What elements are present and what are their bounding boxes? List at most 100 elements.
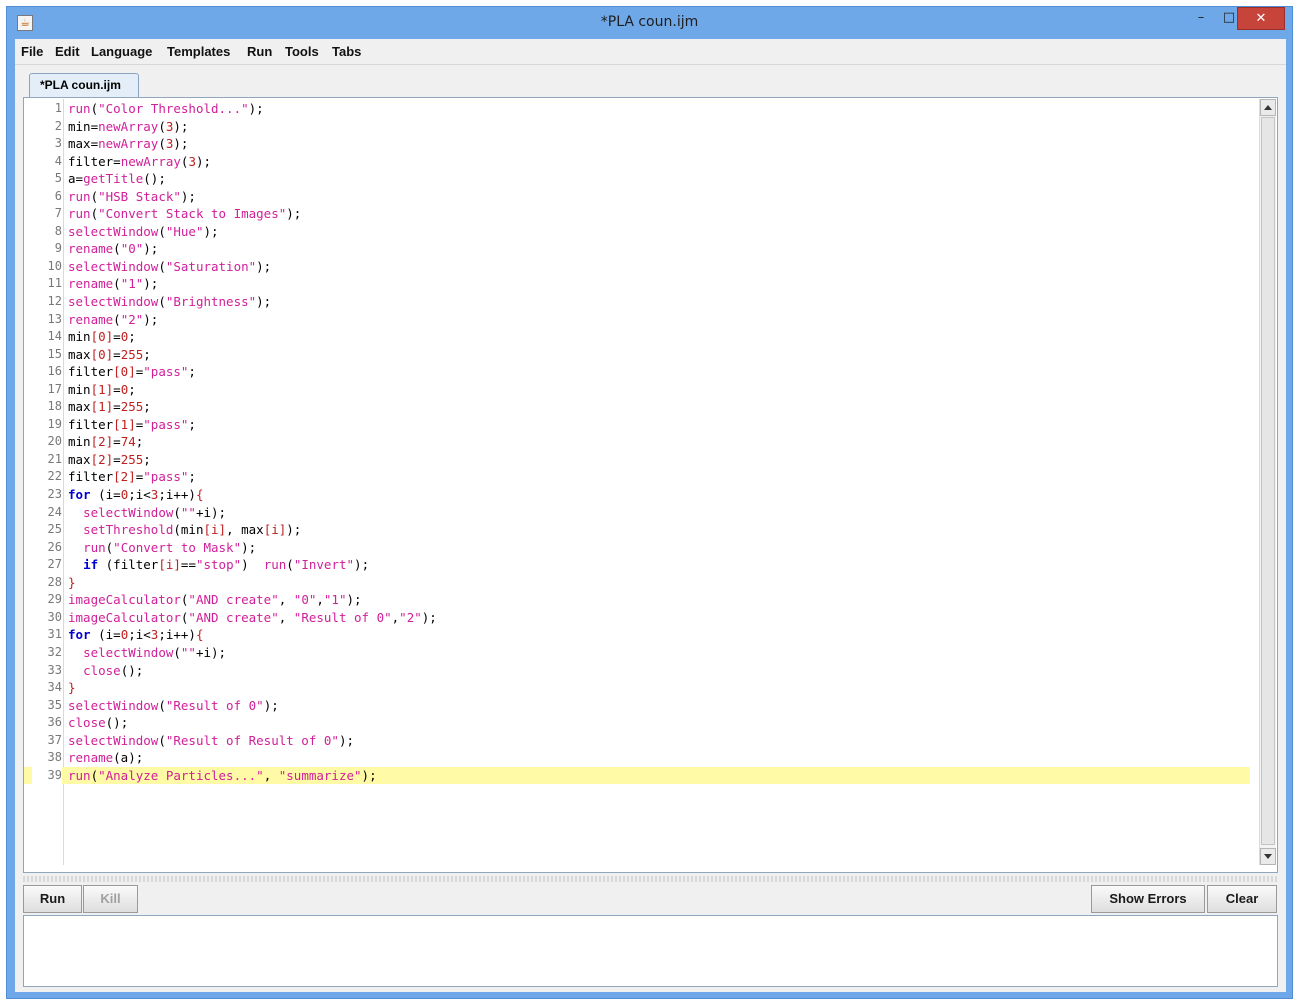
output-console[interactable]	[23, 915, 1278, 987]
code-line[interactable]: 10 selectWindow("Saturation");	[24, 258, 1250, 276]
code-line[interactable]: 28}	[24, 574, 1250, 592]
code-editor[interactable]: 1 run("Color Threshold..."); 2 min=newArray…	[23, 97, 1278, 873]
code-token: }	[68, 680, 76, 696]
code-line[interactable]: 21 max[2]=255;	[24, 451, 1250, 469]
code-token: rename	[68, 241, 114, 257]
code-text: imageCalculator("AND create", "Result of…	[68, 609, 437, 627]
code-line[interactable]: 11 rename("1");	[24, 275, 1250, 293]
code-token: [0]	[90, 346, 114, 362]
code-line[interactable]: 30 imageCalculator("AND create", "Result …	[24, 609, 1250, 627]
line-number: 25	[47, 522, 62, 537]
vertical-scrollbar[interactable]	[1259, 99, 1276, 865]
code-line[interactable]: 20 min[2]=74;	[24, 433, 1250, 451]
code-token: (i=	[90, 627, 121, 643]
line-number: 27	[47, 557, 62, 572]
line-number: 16	[47, 364, 62, 379]
code-line[interactable]: 27 if (filter[i]=="stop") run("Invert");	[24, 556, 1250, 574]
code-line[interactable]: 14 min[0]=0;	[24, 328, 1250, 346]
code-line[interactable]: 1 run("Color Threshold...");	[24, 100, 1250, 118]
code-line[interactable]: 33 close();	[24, 662, 1250, 680]
code-line[interactable]: 5 a=getTitle();	[24, 170, 1250, 188]
code-line[interactable]: 3 max=newArray(3);	[24, 135, 1250, 153]
code-token: a=	[68, 171, 84, 187]
code-line[interactable]: 13 rename("2");	[24, 311, 1250, 329]
code-line[interactable]: 38 rename(a);	[24, 749, 1250, 767]
close-button[interactable]: ✕	[1237, 7, 1285, 30]
code-line[interactable]: 35 selectWindow("Result of 0");	[24, 697, 1250, 715]
code-line[interactable]: 29 imageCalculator("AND create", "0","1")…	[24, 591, 1250, 609]
code-line[interactable]: 25 setThreshold(min[i], max[i]);	[24, 521, 1250, 539]
code-token: (	[90, 101, 99, 116]
code-token: selectWindow	[68, 732, 159, 748]
run-button[interactable]: Run	[23, 885, 82, 913]
code-line[interactable]: 37 selectWindow("Result of Result of 0");	[24, 732, 1250, 750]
clear-button[interactable]: Clear	[1207, 885, 1277, 913]
menu-file[interactable]: File	[21, 44, 43, 59]
code-line[interactable]: 32 selectWindow(""+i);	[24, 644, 1250, 662]
code-line[interactable]: 39 run("Analyze Particles...", "summarize…	[24, 766, 1250, 785]
split-divider[interactable]	[23, 876, 1278, 882]
code-token: selectWindow	[68, 294, 159, 310]
code-token: [i]	[203, 522, 227, 538]
code-line[interactable]: 8 selectWindow("Hue");	[24, 223, 1250, 241]
line-number: 15	[47, 346, 62, 361]
code-line[interactable]: 22 filter[2]="pass";	[24, 468, 1250, 486]
line-number: 7	[54, 206, 62, 221]
code-line[interactable]: 26 run("Convert to Mask");	[24, 539, 1250, 557]
code-text: rename("2");	[68, 311, 158, 329]
code-token: ;i<	[128, 487, 151, 503]
code-line[interactable]: 7 run("Convert Stack to Images");	[24, 205, 1250, 223]
menu-templates[interactable]: Templates	[167, 44, 230, 59]
code-line[interactable]: 18 max[1]=255;	[24, 398, 1250, 416]
code-token: [2]	[113, 469, 136, 485]
code-line[interactable]: 23 for (i=0;i<3;i++){	[24, 486, 1250, 504]
code-line[interactable]: 17 min[1]=0;	[24, 381, 1250, 399]
tab-pla-coun[interactable]: *PLA coun.ijm	[29, 73, 139, 97]
code-token: newArray	[120, 153, 181, 169]
code-token: for	[68, 487, 91, 503]
code-line[interactable]: 4 filter=newArray(3);	[24, 153, 1250, 171]
code-line[interactable]: 2 min=newArray(3);	[24, 118, 1250, 136]
menu-edit[interactable]: Edit	[55, 44, 80, 59]
code-token: selectWindow	[68, 223, 159, 239]
code-line[interactable]: 9 rename("0");	[24, 240, 1250, 258]
code-token: "stop"	[195, 557, 242, 573]
show-errors-button[interactable]: Show Errors	[1091, 885, 1205, 913]
code-token: (	[90, 767, 99, 783]
title-bar[interactable]: ☕ *PLA coun.ijm – □ ✕	[7, 7, 1292, 39]
menu-tools[interactable]: Tools	[285, 44, 319, 59]
code-token: =	[113, 346, 121, 362]
code-text: min[2]=74;	[68, 433, 143, 451]
kill-button[interactable]: Kill	[83, 885, 138, 913]
code-token: ;i++)	[158, 627, 196, 643]
code-line[interactable]: 16 filter[0]="pass";	[24, 363, 1250, 381]
code-line[interactable]: 19 filter[1]="pass";	[24, 416, 1250, 434]
scrollbar-thumb[interactable]	[1261, 117, 1275, 845]
menu-tabs[interactable]: Tabs	[332, 44, 361, 59]
code-text: max[2]=255;	[68, 451, 151, 469]
code-token: );	[256, 258, 272, 274]
line-number: 18	[47, 399, 62, 414]
code-text: selectWindow("Hue");	[68, 223, 219, 241]
code-token: (	[158, 258, 166, 274]
menu-run[interactable]: Run	[247, 44, 272, 59]
scroll-up-button[interactable]	[1260, 99, 1276, 116]
code-line[interactable]: 6 run("HSB Stack");	[24, 188, 1250, 206]
code-line[interactable]: 36 close();	[24, 714, 1250, 732]
scroll-down-button[interactable]	[1260, 848, 1276, 865]
code-token: run	[68, 767, 91, 783]
code-line[interactable]: 12 selectWindow("Brightness");	[24, 293, 1250, 311]
menu-language[interactable]: Language	[91, 44, 152, 59]
code-line[interactable]: 31 for (i=0;i<3;i++){	[24, 626, 1250, 644]
code-line[interactable]: 34}	[24, 679, 1250, 697]
code-line[interactable]: 24 selectWindow(""+i);	[24, 504, 1250, 522]
code-token: 3	[188, 153, 196, 169]
code-token: "Result of Result of 0"	[165, 732, 339, 748]
code-text: run("HSB Stack");	[68, 188, 196, 206]
code-token: );	[203, 223, 219, 239]
code-area[interactable]: 1 run("Color Threshold..."); 2 min=newArray…	[24, 100, 1250, 785]
code-line[interactable]: 15 max[0]=255;	[24, 346, 1250, 364]
line-number: 11	[47, 276, 62, 291]
minimize-button[interactable]: –	[1187, 7, 1215, 30]
